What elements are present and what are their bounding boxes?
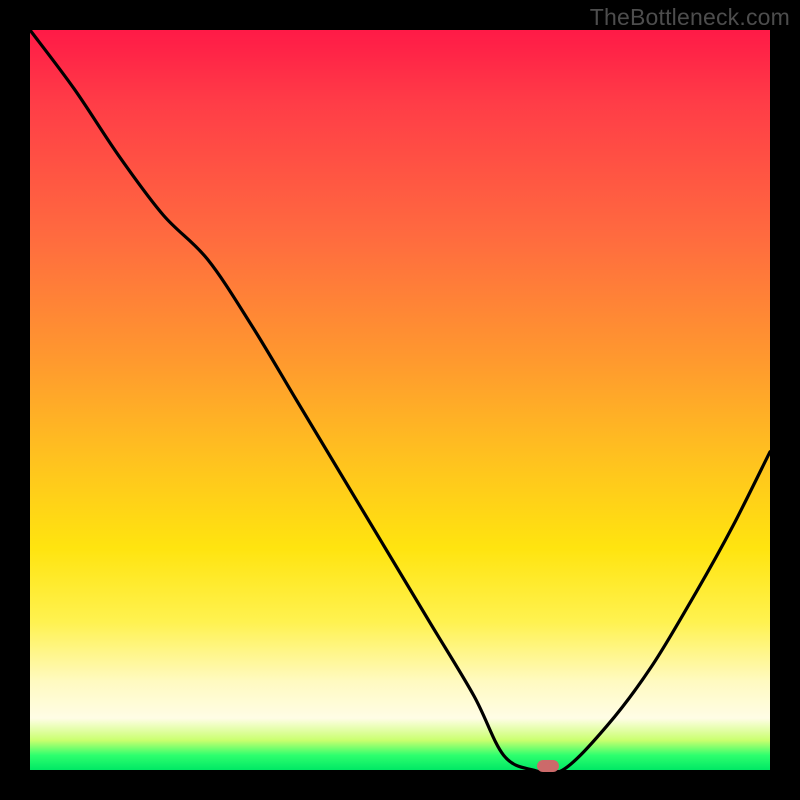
optimum-marker [537,760,559,772]
chart-frame: TheBottleneck.com [0,0,800,800]
bottleneck-curve [30,30,770,770]
plot-area [30,30,770,770]
watermark-text: TheBottleneck.com [590,4,790,31]
